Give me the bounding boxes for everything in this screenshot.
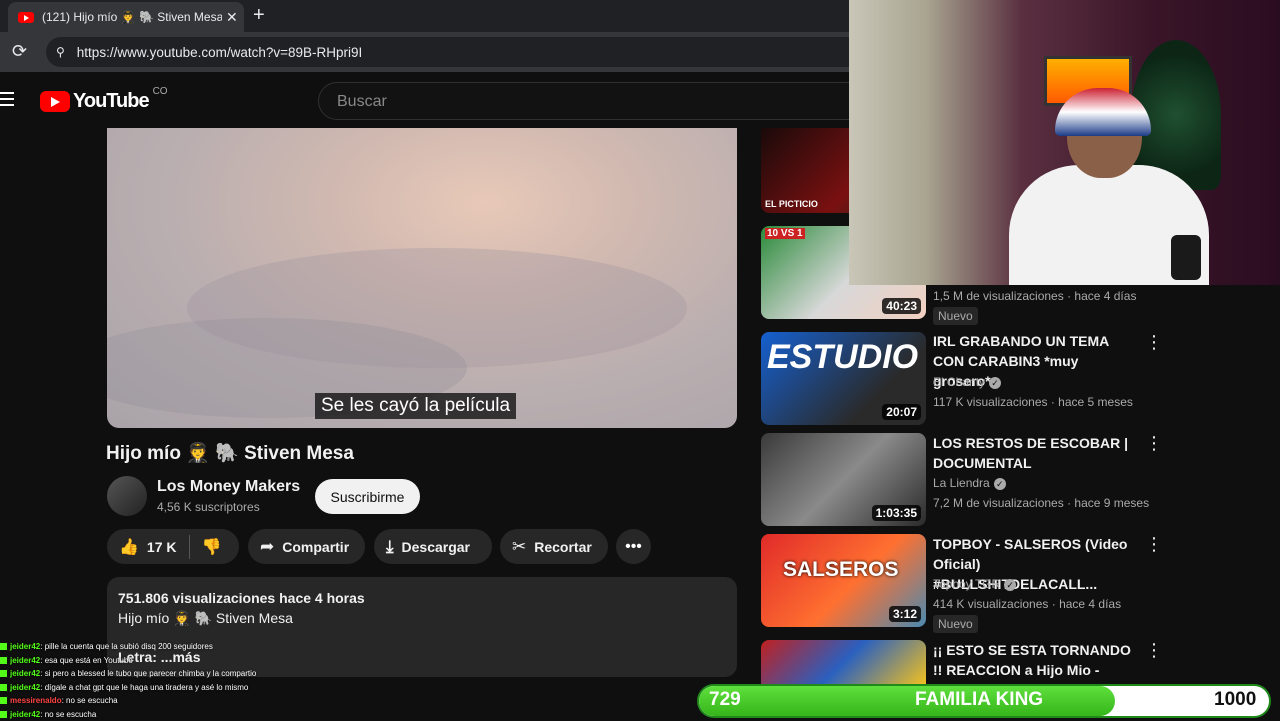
video-thumbnail[interactable]: 1:03:35 xyxy=(761,433,926,526)
like-count[interactable]: 17 K xyxy=(147,539,177,555)
video-meta: 414 K visualizaciones · hace 4 días xyxy=(933,597,1121,611)
search-box[interactable] xyxy=(318,82,858,120)
goal-label: FAMILIA KING xyxy=(915,689,1043,711)
share-button[interactable]: ➦ Compartir xyxy=(248,529,365,564)
video-player[interactable]: Se les cayó la película xyxy=(107,128,737,428)
download-label: Descargar xyxy=(402,539,471,555)
tab-title: (121) Hijo mío 🧑‍✈️ 🐘 Stiven Mesa xyxy=(42,10,222,24)
browser-tab[interactable]: (121) Hijo mío 🧑‍✈️ 🐘 Stiven Mesa ✕ xyxy=(8,2,244,32)
clip-button[interactable]: ✂ Recortar xyxy=(500,529,608,564)
tab-close-icon[interactable]: ✕ xyxy=(226,9,238,26)
caption-text: Se les cayó la película xyxy=(315,393,516,419)
chat-message: jeider42: pille la cuenta que la subió d… xyxy=(0,640,700,654)
description-text: Hijo mío 🧑‍✈️ 🐘 Stiven Mesa xyxy=(118,610,293,627)
subscribe-button[interactable]: Suscribirme xyxy=(315,479,420,514)
video-thumbnail[interactable]: SALSEROS 3:12 xyxy=(761,534,926,627)
video-thumbnail[interactable]: ESTUDIO 20:07 xyxy=(761,332,926,425)
video-duration: 3:12 xyxy=(889,606,921,622)
video-meta: 117 K visualizaciones · hace 5 meses xyxy=(933,395,1133,409)
verified-icon: ✓ xyxy=(994,478,1006,490)
channel-name-text: La Liendra xyxy=(933,476,990,490)
chat-username: jeider42 xyxy=(10,642,40,651)
share-label: Compartir xyxy=(282,539,349,555)
video-duration: 20:07 xyxy=(882,404,921,420)
channel-name[interactable]: La Liendra ✓ xyxy=(933,476,1006,490)
channel-name[interactable]: Topboy TGR ✓ xyxy=(933,577,1016,591)
video-thumbnail[interactable] xyxy=(761,640,926,684)
new-badge: Nuevo xyxy=(933,307,978,325)
video-title[interactable]: LOS RESTOS DE ESCOBAR | DOCUMENTAL xyxy=(933,433,1138,473)
chat-message: jeider42: si pero a blessed le tubo que … xyxy=(0,667,700,681)
scissors-icon: ✂ xyxy=(512,537,526,557)
thumbs-up-icon[interactable]: 👍 xyxy=(119,537,139,557)
kick-badge-icon xyxy=(0,643,7,650)
menu-icon[interactable] xyxy=(0,92,14,110)
more-options-icon[interactable]: ⋮ xyxy=(1145,640,1163,661)
video-meta: 7,2 M de visualizaciones · hace 9 meses xyxy=(933,496,1149,510)
more-options-icon[interactable]: ⋮ xyxy=(1145,332,1163,353)
kick-badge-icon xyxy=(0,657,7,664)
youtube-play-icon xyxy=(40,91,70,112)
thumbnail-caption: EL PICTICIO xyxy=(765,199,818,209)
url-text[interactable]: https://www.youtube.com/watch?v=89B-RHpr… xyxy=(77,45,363,60)
thumbnail-caption: 10 VS 1 xyxy=(765,228,805,239)
thumbnail-caption: SALSEROS xyxy=(783,558,899,582)
more-options-icon[interactable]: ⋮ xyxy=(1145,534,1163,555)
channel-name-text: El Chanty xyxy=(933,375,985,389)
youtube-wordmark: YouTube xyxy=(73,90,149,113)
share-icon: ➦ xyxy=(260,537,274,557)
youtube-logo[interactable]: YouTube CO xyxy=(40,90,168,113)
search-input[interactable] xyxy=(335,83,819,121)
video-title: Hijo mío 🧑‍✈️ 🐘 Stiven Mesa xyxy=(106,441,354,465)
verified-icon: ✓ xyxy=(1004,579,1016,591)
download-icon: ⤓ xyxy=(386,537,394,557)
chat-text: : pille la cuenta que la subió disq 200 … xyxy=(40,642,213,651)
webcam-overlay xyxy=(849,0,1280,285)
new-tab-button[interactable]: + xyxy=(253,4,265,27)
download-button[interactable]: ⤓ Descargar xyxy=(374,529,492,564)
kick-badge-icon xyxy=(0,670,7,677)
youtube-favicon-icon xyxy=(18,12,34,23)
new-badge: Nuevo xyxy=(933,615,978,633)
view-count: 751.806 visualizaciones hace 4 horas xyxy=(118,590,365,606)
goal-target: 1000 xyxy=(1214,689,1256,711)
more-options-icon[interactable]: ⋮ xyxy=(1145,433,1163,454)
video-duration: 40:23 xyxy=(882,298,921,314)
chat-text: : esa que está en Youtube xyxy=(40,656,133,665)
chat-message: jeider42: esa que está en Youtube xyxy=(0,654,700,668)
thumbs-down-icon[interactable]: 👎 xyxy=(202,537,222,557)
verified-icon: ✓ xyxy=(989,377,1001,389)
reload-icon[interactable]: ⟳ xyxy=(12,41,27,62)
video-duration: 1:03:35 xyxy=(872,505,921,521)
microphone xyxy=(1171,235,1201,280)
more-actions-icon[interactable]: ••• xyxy=(616,529,651,564)
channel-name[interactable]: Los Money Makers xyxy=(157,478,300,496)
clip-label: Recortar xyxy=(534,539,592,555)
chat-username: jeider42 xyxy=(10,656,40,665)
thumbnail-caption: ESTUDIO xyxy=(767,338,918,377)
like-divider xyxy=(189,535,190,559)
goal-progress-fill xyxy=(699,686,1115,716)
country-code: CO xyxy=(153,86,168,97)
channel-name[interactable]: El Chanty ✓ xyxy=(933,375,1001,389)
chat-text: : si pero a blessed le tubo que parecer … xyxy=(40,669,256,678)
chat-username: jeider42 xyxy=(10,669,40,678)
channel-name-text: Topboy TGR xyxy=(933,577,1000,591)
site-info-icon[interactable]: ⚲ xyxy=(56,45,65,59)
channel-avatar[interactable] xyxy=(107,476,147,516)
subscriber-count: 4,56 K suscriptores xyxy=(157,500,260,514)
follower-goal-bar: 729 FAMILIA KING 1000 xyxy=(0,684,1280,720)
video-meta: 1,5 M de visualizaciones · hace 4 días xyxy=(933,289,1136,303)
like-dislike-group: 👍 17 K 👎 xyxy=(107,529,239,564)
goal-current: 729 xyxy=(709,689,741,711)
